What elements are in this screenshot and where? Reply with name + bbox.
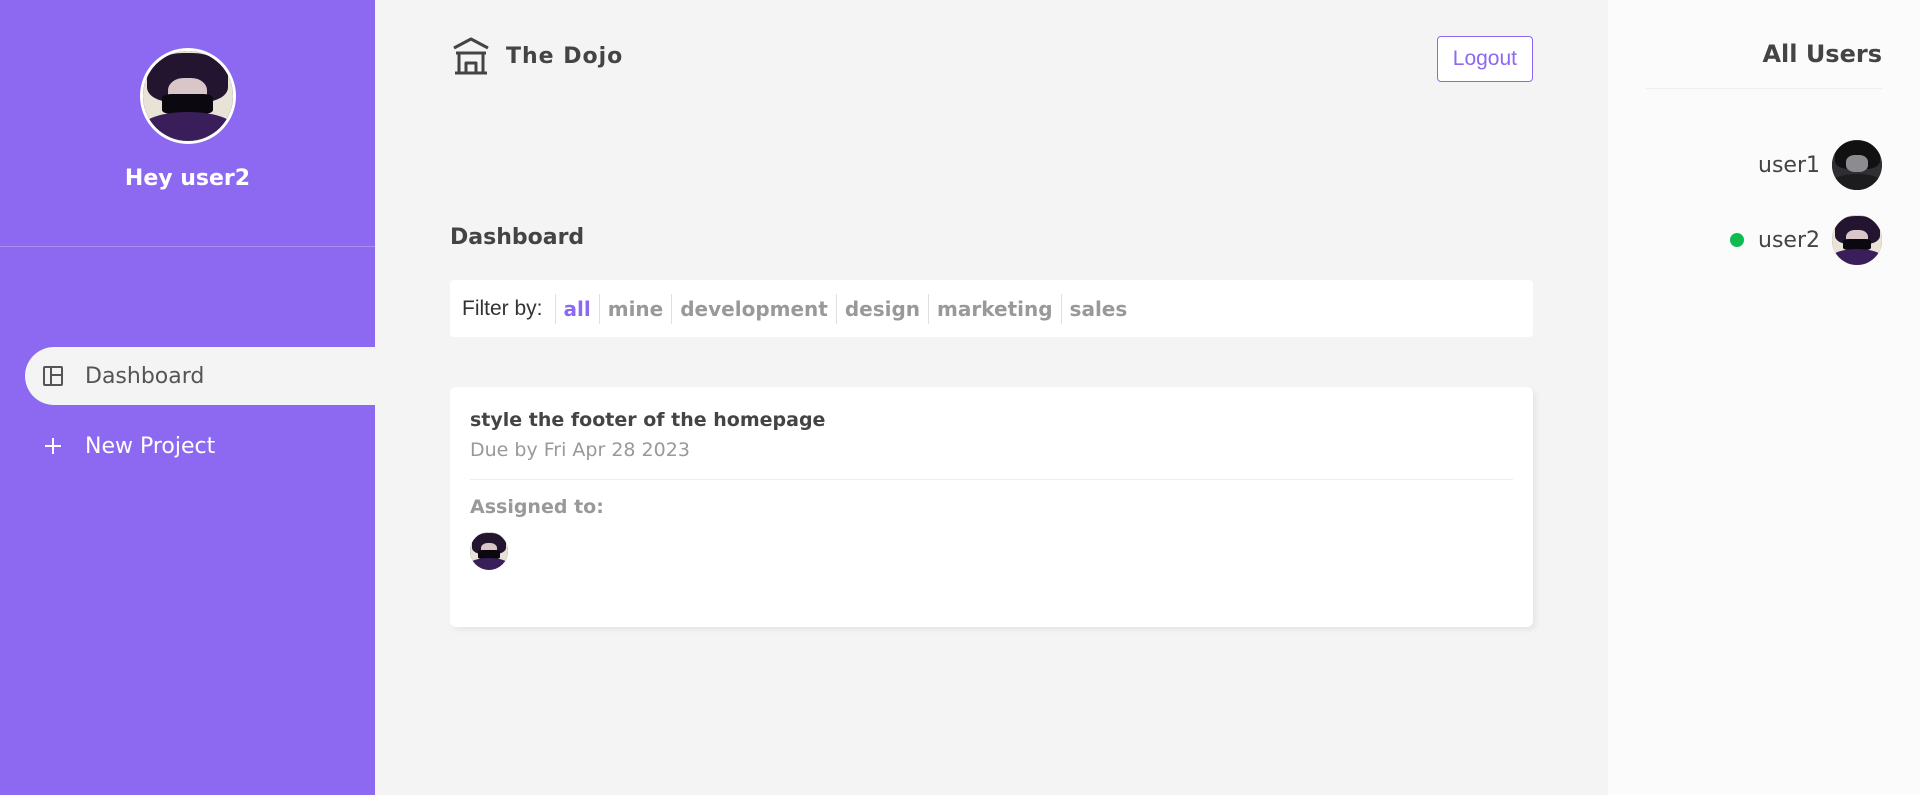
plus-icon [41,434,65,458]
user-name: user1 [1758,152,1820,178]
navbar: The Dojo Logout [450,0,1533,120]
users-panel-title: All Users [1762,40,1882,68]
sidebar-item-new-project[interactable]: New Project [25,417,375,475]
project-due-date: Due by Fri Apr 28 2023 [470,439,690,461]
project-card[interactable]: style the footer of the homepage Due by … [450,387,1533,627]
filter-option-sales[interactable]: sales [1060,293,1136,324]
logout-button[interactable]: Logout [1436,36,1533,82]
sidebar-nav: Dashboard New Project [0,347,375,475]
divider [470,479,1513,480]
assigned-user-avatar [470,532,508,570]
filter-option-all[interactable]: all [554,293,599,324]
dashboard-icon [41,364,65,388]
user-avatar [139,48,236,144]
project-title: style the footer of the homepage [470,409,826,431]
user-name: user2 [1758,227,1820,253]
filter-option-development[interactable]: development [671,293,836,324]
project-filter: Filter by: all mine development design m… [450,280,1533,337]
filter-option-design[interactable]: design [835,293,928,324]
temple-icon [450,36,492,76]
user-avatar [1832,140,1882,190]
page-title: Dashboard [450,225,585,250]
sidebar-user-section: Hey user2 [0,0,375,247]
brand[interactable]: The Dojo [450,36,623,76]
main-content: The Dojo Logout Dashboard Filter by: all… [450,0,1533,627]
online-status-icon [1730,233,1745,247]
filter-option-marketing[interactable]: marketing [928,293,1061,324]
filter-label: Filter by: [462,296,543,320]
sidebar-item-label: New Project [85,433,216,459]
divider [1646,88,1882,89]
users-panel: All Users user1 user2 [1608,0,1920,795]
brand-name: The Dojo [506,43,624,69]
filter-option-mine[interactable]: mine [598,293,672,324]
sidebar-item-label: Dashboard [85,363,205,389]
sidebar: Hey user2 Dashboard New Project [0,0,375,795]
user-list-item: user1 [1758,140,1882,190]
assigned-label: Assigned to: [470,496,604,518]
user-list-item: user2 [1730,215,1882,265]
user-avatar [1832,215,1882,265]
user-greeting: Hey user2 [124,166,251,191]
sidebar-item-dashboard[interactable]: Dashboard [25,347,375,405]
